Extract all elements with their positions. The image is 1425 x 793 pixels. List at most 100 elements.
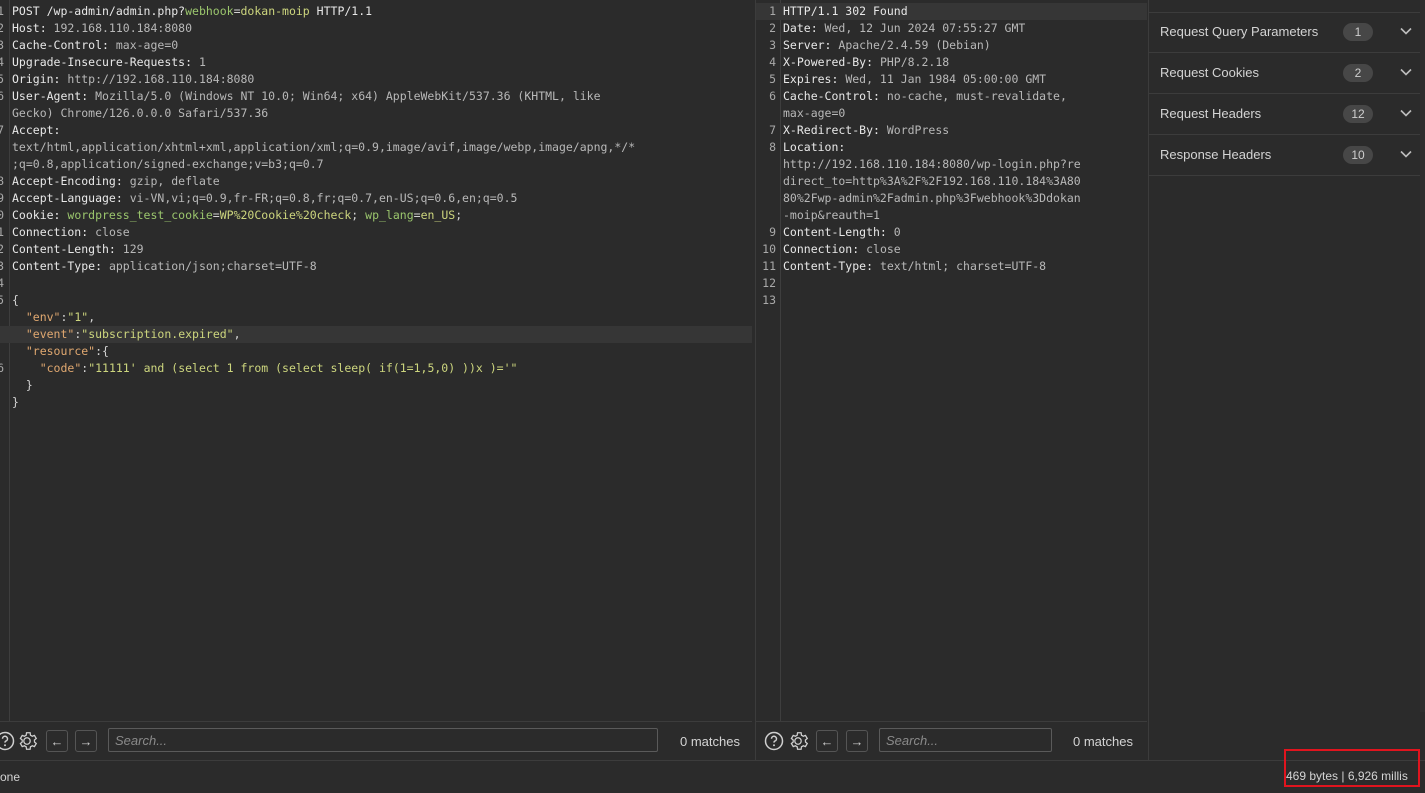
code-line: 4 [0,275,752,292]
line-number: 10 [762,242,776,256]
line-text: Date: Wed, 12 Jun 2024 07:55:27 GMT [783,20,1025,37]
token: 0 [893,225,901,239]
token: { [12,293,19,307]
inspector-section-response-headers[interactable]: Response Headers 10 [1149,135,1420,176]
line-text: User-Agent: Mozilla/5.0 (Windows NT 10.0… [12,88,601,105]
code-line: 4 Upgrade-Insecure-Requests: 1 [0,54,752,71]
code-line: 6 User-Agent: Mozilla/5.0 (Windows NT 10.… [0,88,752,105]
request-search-input[interactable] [108,728,658,752]
line-number: 6 [0,361,4,375]
chevron-down-icon[interactable] [1399,24,1413,43]
token: webhook [185,4,234,18]
line-text: Accept-Encoding: gzip, deflate [12,173,220,190]
help-icon[interactable] [0,730,16,752]
token: = [212,208,220,222]
token: "subscription.expired" [81,327,234,341]
code-line: 2 Content-Length: 129 [0,241,752,258]
line-number: 8 [0,174,4,188]
token: ;q=0.8,application/signed-exchange;v=b3;… [12,157,324,171]
token: -moip&reauth=1 [783,208,880,222]
code-line: 3 Cache-Control: max-age=0 [0,37,752,54]
token: close [95,225,130,239]
code-line: Gecko) Chrome/126.0.0.0 Safari/537.36 [0,105,752,122]
code-line: text/html,application/xhtml+xml,applicat… [0,139,752,156]
token: X-Redirect-By: [783,123,887,137]
count-badge: 2 [1343,64,1373,82]
token: direct_to=http%3A%2F%2F192.168.110.184%3… [783,174,1081,188]
code-line: -moip&reauth=1 [756,207,1147,224]
inspector-section-request-cookies[interactable]: Request Cookies 2 [1149,53,1420,94]
chevron-down-icon[interactable] [1399,147,1413,166]
token: "resource" [25,344,96,358]
token: max-age=0 [783,106,846,120]
line-text: } [12,394,19,411]
line-number: 2 [0,21,4,35]
chevron-down-icon[interactable] [1399,106,1413,125]
inspector-section-request-query-parameters[interactable]: Request Query Parameters 1 [1149,12,1420,53]
token: PHP/8.2.18 [879,55,950,69]
code-line: http://192.168.110.184:8080/wp-login.php… [756,156,1147,173]
response-search-input[interactable] [879,728,1052,752]
line-number: 11 [762,259,776,273]
line-text: 80%2Fwp-admin%2Fadmin.php%3Fwebhook%3Ddo… [783,190,1081,207]
token: Apache/2.4.59 (Debian) [838,38,991,52]
code-line: 8 Location: [756,139,1147,156]
inspector-section-request-headers[interactable]: Request Headers 12 [1149,94,1420,135]
arrow-left-icon[interactable]: ← [816,730,838,752]
arrow-right-icon[interactable]: → [846,730,868,752]
token: Content-Type: [12,259,109,273]
response-editor[interactable]: 1 HTTP/1.1 302 Found 2 Date: Wed, 12 Jun 20… [756,0,1147,722]
line-number: 1 [0,225,4,239]
request-panel: 1 POST /wp-admin/admin.php?webhook=dokan-… [0,0,752,760]
token: en_US [420,208,456,222]
token: = [233,4,241,18]
code-line: ;q=0.8,application/signed-exchange;v=b3;… [0,156,752,173]
chevron-down-icon[interactable] [1399,65,1413,84]
token: Expires: [783,72,846,86]
token: Date: [783,21,825,35]
line-text: Host: 192.168.110.184:8080 [12,20,192,37]
line-text: Connection: close [12,224,130,241]
line-number: 4 [769,55,776,69]
arrow-right-icon[interactable]: → [75,730,97,752]
token: Origin: [12,72,68,86]
token: Mozilla/5.0 (Windows NT 10.0; Win64; x64… [95,89,601,103]
token: Cache-Control: [783,89,887,103]
line-number: 3 [0,259,4,273]
line-number: 5 [769,72,776,86]
code-line: 6 Cache-Control: no-cache, must-revalidat… [756,88,1147,105]
gear-icon[interactable] [16,730,38,752]
line-text: Connection: close [783,241,901,258]
line-number: 1 [0,4,4,18]
arrow-left-icon[interactable]: ← [46,730,68,752]
line-number: 8 [769,140,776,154]
token: 129 [122,242,144,256]
token: ; [455,208,463,222]
line-number: 9 [0,191,4,205]
line-number: 6 [769,89,776,103]
line-text: Gecko) Chrome/126.0.0.0 Safari/537.36 [12,105,268,122]
token: Server: [783,38,839,52]
token: Accept-Encoding: [12,174,130,188]
token: } [12,395,19,409]
count-badge: 12 [1343,105,1373,123]
help-icon[interactable] [763,730,785,752]
line-number: 5 [0,72,4,86]
inspector-section-label: Request Query Parameters [1160,24,1319,39]
gear-icon[interactable] [787,730,809,752]
inspector-scrollbar[interactable] [1420,0,1425,712]
code-line: "env":"1", [0,309,752,326]
line-text: HTTP/1.1 302 Found [783,3,908,20]
line-number: 7 [0,123,4,137]
token: 192.168.110.184:8080 [53,21,193,35]
token: Accept-Language: [12,191,130,205]
line-number: 5 [0,293,4,307]
code-line: direct_to=http%3A%2F%2F192.168.110.184%3… [756,173,1147,190]
line-text: text/html,application/xhtml+xml,applicat… [12,139,635,156]
line-number: 4 [0,276,4,290]
request-editor[interactable]: 1 POST /wp-admin/admin.php?webhook=dokan-… [0,0,752,722]
token: text/html,application/xhtml+xml,applicat… [12,140,636,154]
request-lines: 1 POST /wp-admin/admin.php?webhook=dokan-… [0,3,752,411]
token: Content-Length: [12,242,123,256]
